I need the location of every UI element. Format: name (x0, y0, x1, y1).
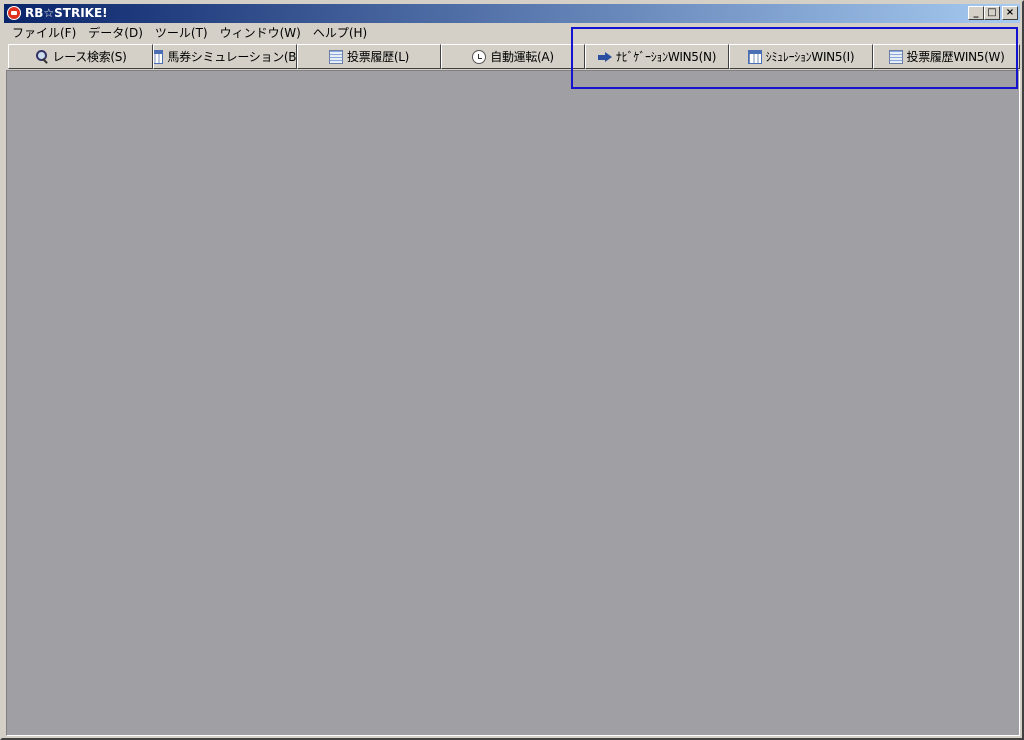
close-button[interactable]: × (1002, 6, 1018, 20)
mdi-workspace[interactable] (6, 70, 1020, 736)
navigation-win5-label: ﾅﾋﾞｹﾞｰｼｮﾝWIN5(N) (615, 50, 717, 64)
vote-history-label: 投票履歴(L) (347, 50, 409, 64)
race-search-button[interactable]: レース検索(S) (8, 44, 153, 69)
menu-help[interactable]: ヘルプ(H) (307, 24, 373, 42)
vote-history-button[interactable]: 投票履歴(L) (297, 44, 441, 69)
app-window: RB☆STRIKE! _ □ × ファイル(F) データ(D) ツール(T) ウ… (0, 0, 1024, 740)
menu-file[interactable]: ファイル(F) (6, 24, 82, 42)
grid-icon (154, 49, 164, 64)
simulation-win5-label: ｼﾐｭﾚｰｼｮﾝWIN5(I) (765, 50, 855, 64)
bet-simulation-label: 馬券シミュレーション(B) (167, 50, 297, 64)
menu-data[interactable]: データ(D) (82, 24, 149, 42)
vote-history-win5-button[interactable]: 投票履歴WIN5(W) (873, 44, 1020, 69)
grid-icon (747, 49, 762, 64)
menu-window[interactable]: ウィンドウ(W) (214, 24, 307, 42)
auto-run-label: 自動運転(A) (490, 50, 554, 64)
race-search-label: レース検索(S) (52, 50, 127, 64)
window-title: RB☆STRIKE! (25, 6, 108, 20)
menu-tools[interactable]: ツール(T) (149, 24, 214, 42)
clock-icon (472, 49, 487, 64)
vote-history-win5-label: 投票履歴WIN5(W) (906, 50, 1005, 64)
document-icon (329, 49, 344, 64)
search-icon (35, 49, 49, 64)
toolbar: レース検索(S) 馬券シミュレーション(B) 投票履歴(L) 自動運転(A) ﾅ… (8, 44, 1020, 69)
menu-bar: ファイル(F) データ(D) ツール(T) ウィンドウ(W) ヘルプ(H) (6, 24, 373, 42)
app-logo-icon[interactable] (7, 6, 21, 20)
caption-buttons: _ □ × (968, 6, 1018, 20)
auto-run-button[interactable]: 自動運転(A) (441, 44, 585, 69)
maximize-button[interactable]: □ (984, 6, 1000, 20)
document-icon (888, 49, 903, 64)
arrow-icon (597, 50, 612, 64)
bet-simulation-button[interactable]: 馬券シミュレーション(B) (153, 44, 297, 69)
minimize-button[interactable]: _ (968, 6, 984, 20)
title-bar[interactable]: RB☆STRIKE! _ □ × (4, 4, 1020, 23)
navigation-win5-button[interactable]: ﾅﾋﾞｹﾞｰｼｮﾝWIN5(N) (585, 44, 729, 69)
simulation-win5-button[interactable]: ｼﾐｭﾚｰｼｮﾝWIN5(I) (729, 44, 873, 69)
